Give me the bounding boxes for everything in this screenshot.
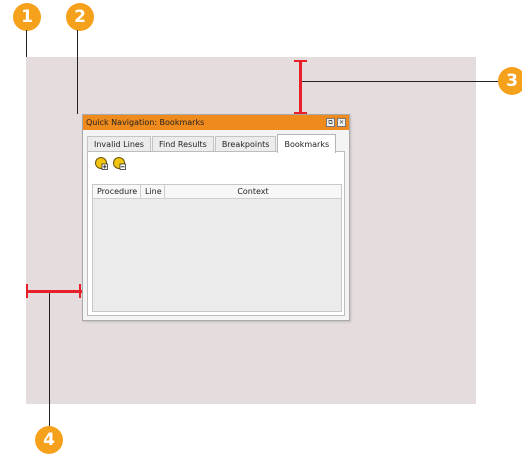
bookmarks-table: Procedure Line Context: [92, 184, 342, 312]
column-header-context[interactable]: Context: [165, 185, 341, 198]
tab-bookmarks[interactable]: Bookmarks: [277, 134, 337, 153]
tab-strip: Invalid Lines Find Results Breakpoints B…: [87, 134, 337, 153]
table-header: Procedure Line Context: [93, 185, 341, 199]
callout-2: 2: [66, 3, 94, 31]
callout-4: 4: [35, 426, 63, 454]
close-icon[interactable]: ✕: [337, 118, 346, 127]
column-header-procedure[interactable]: Procedure: [93, 185, 141, 198]
dimension-vertical: [299, 60, 302, 114]
callout-1-leader: [26, 30, 27, 57]
callout-1: 1: [13, 3, 41, 31]
tab-invalid-lines[interactable]: Invalid Lines: [87, 136, 151, 152]
remove-bookmark-icon[interactable]: [113, 157, 126, 170]
tab-find-results[interactable]: Find Results: [151, 136, 214, 152]
callout-3-leader: [302, 81, 500, 82]
bookmarks-panel: Procedure Line Context: [87, 151, 345, 316]
restore-icon[interactable]: ⧉: [326, 118, 335, 127]
dialog-title-bar[interactable]: Quick Navigation: Bookmarks ⧉ ✕: [83, 115, 349, 130]
callout-3: 3: [498, 67, 522, 95]
callout-2-leader: [77, 30, 78, 114]
dialog-title: Quick Navigation: Bookmarks: [86, 118, 205, 127]
quick-navigation-dialog: Quick Navigation: Bookmarks ⧉ ✕ Invalid …: [82, 114, 350, 321]
add-bookmark-icon[interactable]: [95, 157, 108, 170]
dimension-right-cap: [79, 284, 81, 298]
column-header-line[interactable]: Line: [141, 185, 165, 198]
dimension-horizontal: [26, 290, 82, 293]
tab-breakpoints[interactable]: Breakpoints: [214, 136, 277, 152]
callout-4-leader: [49, 293, 50, 428]
